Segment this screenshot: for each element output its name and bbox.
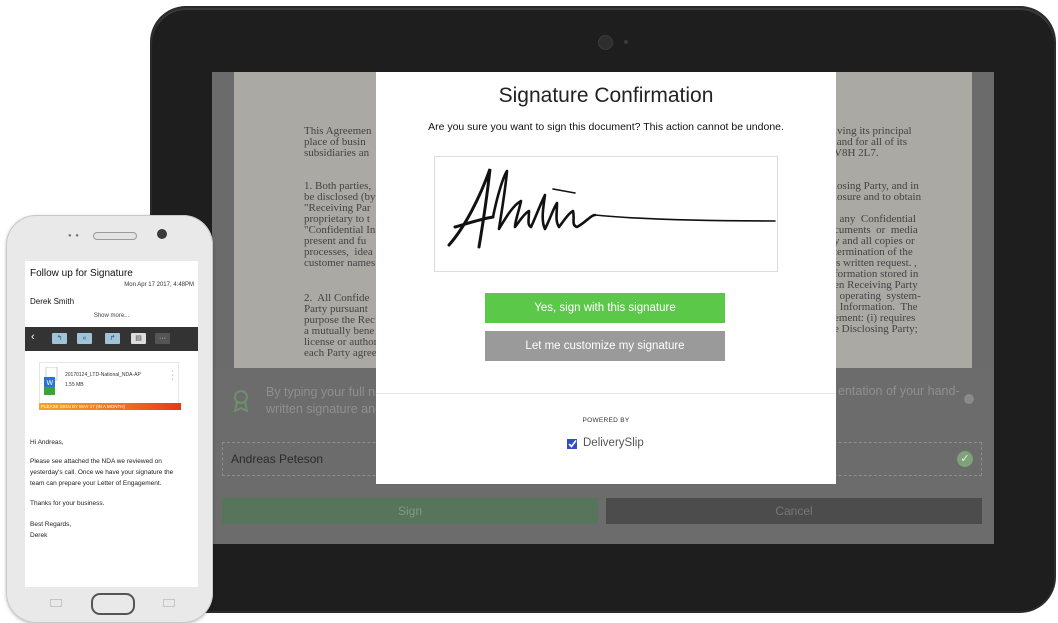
cancel-button[interactable]: Cancel <box>606 498 982 524</box>
document-icon[interactable]: ▤ <box>131 333 146 344</box>
tablet-sensor <box>624 40 628 44</box>
sign-button[interactable]: Sign <box>222 498 598 524</box>
email-toolbar: ‹ ↰ « ↱ ▤ ··· <box>25 327 198 351</box>
check-icon: ✓ <box>957 451 973 467</box>
dialog-subtitle: Are you sure you want to sign this docum… <box>428 121 784 133</box>
brand-name: DeliverySlip <box>583 437 644 449</box>
phone-screen: Follow up for Signature Mon Apr 17 2017,… <box>25 261 198 587</box>
back-key[interactable] <box>163 599 175 607</box>
reply-icon[interactable]: ↰ <box>52 333 67 344</box>
phone-speaker-dots: ● ● <box>68 233 80 239</box>
tablet-screen: This Agreemen place of busin subsidiarie… <box>212 72 994 544</box>
document-paragraph-2-right: losing Party, and in losure and to obtai… <box>834 180 922 335</box>
svg-text:W: W <box>47 380 54 387</box>
email-thanks: Thanks for your business. <box>30 500 105 507</box>
email-subject: Follow up for Signature <box>30 268 133 279</box>
more-icon[interactable]: ··· <box>155 333 170 344</box>
recent-apps-key[interactable] <box>50 599 62 607</box>
legal-text-right: entation of your hand- <box>838 384 960 398</box>
document-paragraph-1-left: This Agreemen place of busin subsidiarie… <box>304 125 372 159</box>
document-paragraph-3-left: 2. All Confide Party pursuant purpose th… <box>304 292 378 359</box>
sign-deadline-banner: PLEASE SIGN BY MAY 17 (IN A MONTH) <box>39 403 181 410</box>
forward-icon[interactable]: ↱ <box>105 333 120 344</box>
dialog-divider <box>376 393 836 394</box>
home-button[interactable] <box>91 593 135 615</box>
customize-signature-button[interactable]: Let me customize my signature <box>485 331 725 361</box>
email-date: Mon Apr 17 2017, 4:48PM <box>124 282 194 288</box>
attachment-size: 1.55 MB <box>65 382 84 388</box>
back-icon[interactable]: ‹ <box>31 331 35 343</box>
attachment-card[interactable]: W 20170124_LTD-National_NDA-AP 1.55 MB ·… <box>39 362 179 405</box>
phone-speaker <box>93 232 137 240</box>
phone-device: ● ● Follow up for Signature Mon Apr 17 2… <box>6 215 213 623</box>
powered-by-label: POWERED BY <box>582 417 630 424</box>
reply-all-icon[interactable]: « <box>77 333 92 344</box>
document-paragraph-2-left: 1. Both parties, be disclosed (by "Recei… <box>304 180 376 269</box>
document-paragraph-1-right: iving its principal and for all of its V… <box>834 125 912 159</box>
full-name-value: Andreas Peteson <box>231 452 324 466</box>
confirm-sign-button[interactable]: Yes, sign with this signature <box>485 293 725 323</box>
email-signoff: Best Regards, Derek <box>30 521 72 539</box>
email-body: Please see attached the NDA we reviewed … <box>30 458 174 487</box>
dialog-title: Signature Confirmation <box>498 84 714 107</box>
tablet-camera <box>598 35 613 50</box>
email-greeting: Hi Andreas, <box>30 439 64 446</box>
email-sender: Derek Smith <box>30 297 75 306</box>
show-more-link[interactable]: Show more... <box>25 313 198 319</box>
legal-text: By typing your full na written signature… <box>266 385 383 416</box>
tablet-device: This Agreemen place of busin subsidiarie… <box>152 8 1054 611</box>
signature-confirmation-dialog: Signature Confirmation Are you sure you … <box>376 72 836 484</box>
attachment-name: 20170124_LTD-National_NDA-AP <box>65 372 141 378</box>
deliveryslip-icon <box>567 439 577 449</box>
info-dot-icon <box>964 394 974 404</box>
award-icon <box>233 390 249 412</box>
signature-preview <box>434 156 778 272</box>
word-file-icon: W <box>44 367 58 395</box>
phone-camera <box>157 229 167 239</box>
signature-image <box>447 168 776 249</box>
attachment-menu-icon[interactable]: · · · <box>172 368 174 383</box>
